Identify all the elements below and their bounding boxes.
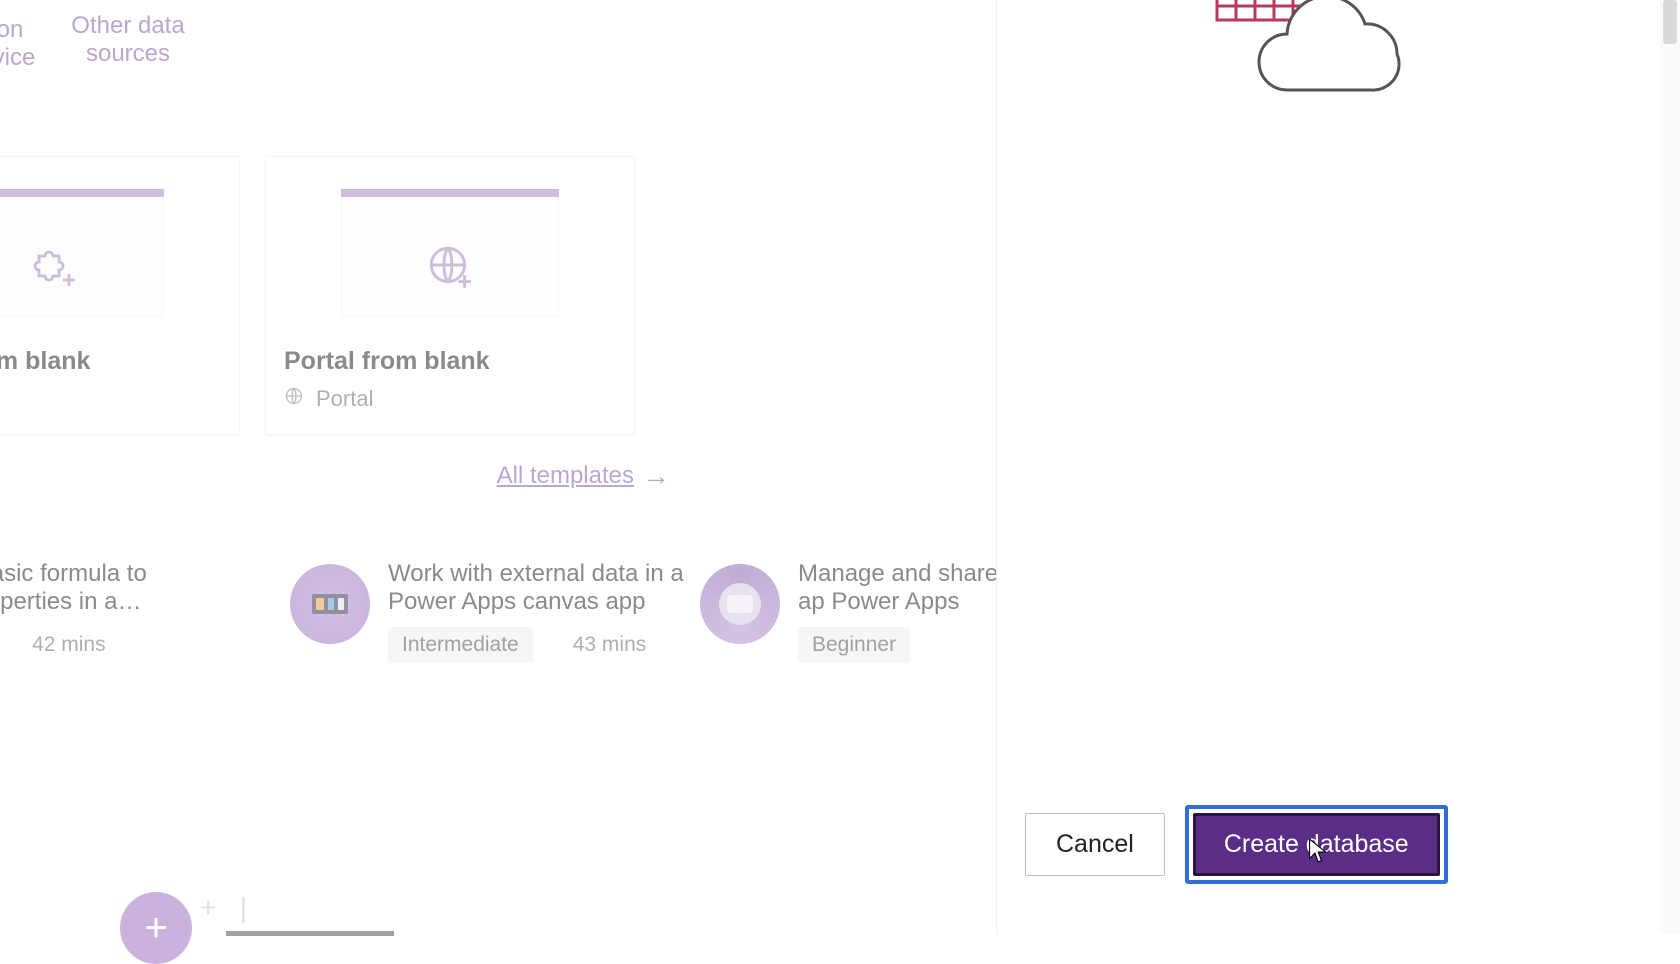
learning-item[interactable]: Manage and share ap Power Apps Beginner [700,560,1000,680]
card-title: n app from blank [0,347,221,376]
learning-item[interactable]: Work with external data in a Power Apps … [290,560,700,680]
cancel-button[interactable]: Cancel [1025,813,1165,876]
learning-title: Manage and share ap Power Apps [798,560,1000,615]
template-card-portal-blank[interactable]: Portal from blank Portal [265,156,635,435]
panel-illustration [1117,0,1467,150]
arrow-right-icon: → [642,460,670,491]
duration: 43 mins [573,633,647,657]
card-preview [0,157,239,327]
create-database-panel: Cancel Create database [996,0,1680,934]
card-preview [266,157,634,327]
scrollbar-thumb[interactable] [1663,0,1677,44]
tile-label: on rvice [0,16,70,71]
all-templates-link[interactable]: All templates→ [0,460,670,492]
template-card-app-blank[interactable]: n app from blank ▦ en app [0,156,240,435]
create-database-focus-ring: Create database [1185,805,1448,884]
level-pill: Beginner [798,627,910,663]
create-database-button[interactable]: Create database [1193,813,1440,876]
new-app-fab[interactable]: + [120,892,192,964]
learning-badge-icon [290,564,370,644]
card-subtitle: Portal [284,386,616,412]
card-title: Portal from blank [284,347,616,376]
card-subtitle: ▦ en app [0,386,221,412]
duration: 42 mins [32,633,106,657]
tile-label: Other data sources [68,12,188,67]
puzzle-plus-icon [0,242,239,295]
learning-item[interactable]: Author a basic formula to change propert… [0,560,230,680]
data-source-tile[interactable]: on rvice [0,0,70,71]
data-source-tile-other[interactable]: Other data sources [68,0,188,67]
globe-icon [284,386,304,412]
plus-icon: + | [200,892,247,924]
learning-title: Work with external data in a Power Apps … [388,560,700,615]
learning-title: Author a basic formula to change propert… [0,560,230,615]
learning-badge-icon [700,564,780,644]
globe-plus-icon [266,242,634,297]
level-pill: Intermediate [388,627,533,663]
